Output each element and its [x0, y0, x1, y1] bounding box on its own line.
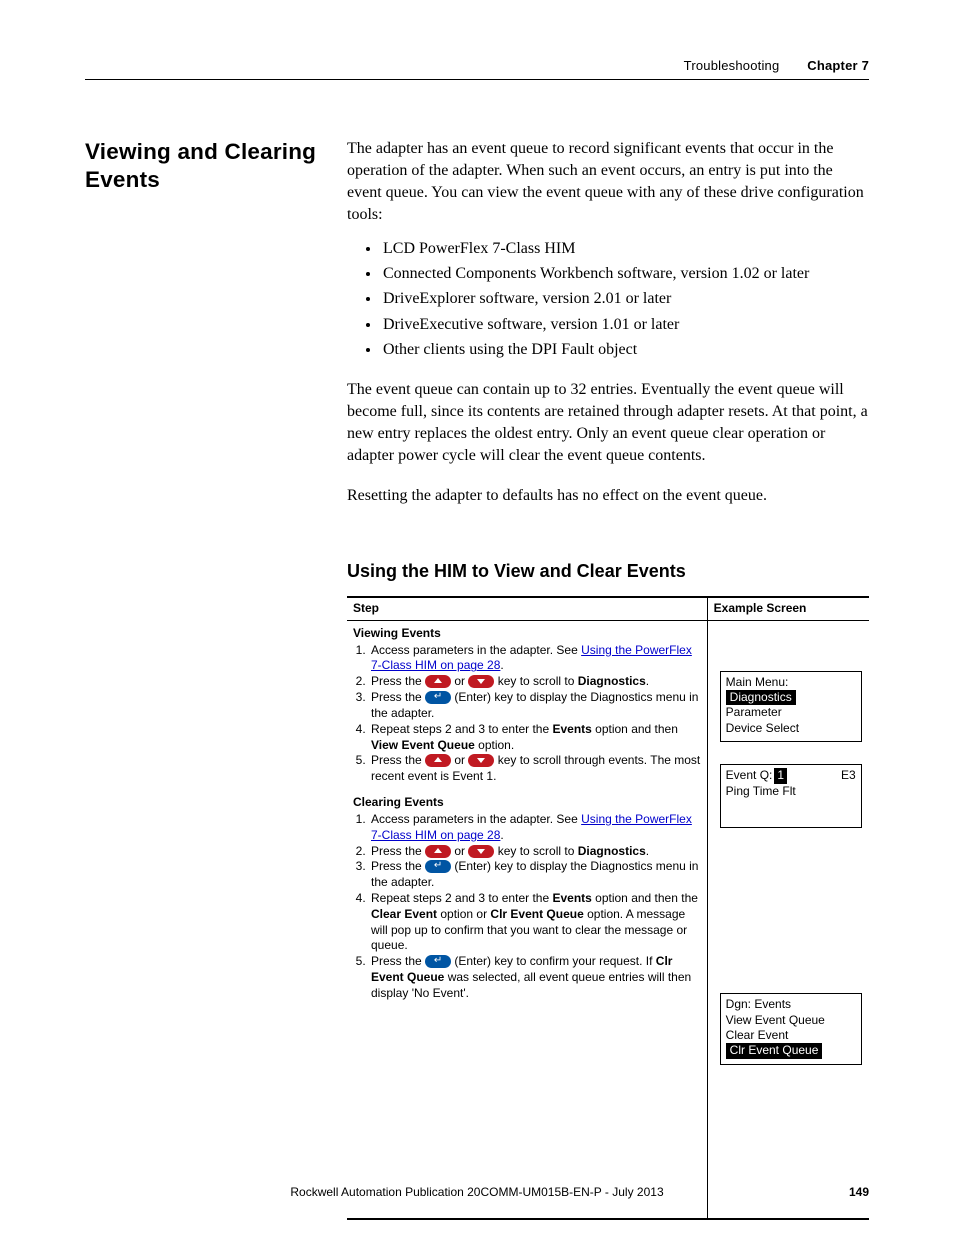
screen-line: Dgn: Events — [726, 997, 856, 1012]
section-heading: Viewing and Clearing Events — [85, 138, 325, 194]
step-item: Press the or key to scroll to Diagnostic… — [369, 844, 701, 860]
down-key-icon — [468, 754, 494, 767]
screen-line: Event Q: — [726, 768, 773, 783]
clearing-events-title: Clearing Events — [353, 795, 701, 811]
screen-line: Main Menu: — [726, 675, 856, 690]
header-rule — [85, 79, 869, 80]
example-screen-1: Main Menu: Diagnostics Parameter Device … — [720, 671, 862, 742]
step-item: Press the ↵ (Enter) key to confirm your … — [369, 954, 701, 1001]
step-item: Press the or key to scroll to Diagnostic… — [369, 674, 701, 690]
step-item: Repeat steps 2 and 3 to enter the Events… — [369, 891, 701, 954]
step-item: Access parameters in the adapter. See Us… — [369, 643, 701, 675]
tools-list: LCD PowerFlex 7-Class HIM Connected Comp… — [347, 238, 869, 360]
up-key-icon — [425, 754, 451, 767]
header-chapter: Chapter 7 — [807, 58, 869, 73]
list-item: Other clients using the DPI Fault object — [381, 339, 869, 361]
example-screen-cell: Main Menu: Diagnostics Parameter Device … — [707, 620, 869, 1219]
body-paragraph: The event queue can contain up to 32 ent… — [347, 379, 869, 467]
running-header: Troubleshooting Chapter 7 — [85, 58, 869, 80]
screen-highlight: Clr Event Queue — [726, 1043, 823, 1058]
list-item: DriveExecutive software, version 1.01 or… — [381, 314, 869, 336]
viewing-steps: Access parameters in the adapter. See Us… — [353, 643, 701, 785]
page-number: 149 — [849, 1185, 869, 1199]
enter-key-icon: ↵ — [425, 691, 451, 704]
screen-line: Clear Event — [726, 1028, 856, 1043]
body-paragraph: Resetting the adapter to defaults has no… — [347, 485, 869, 507]
list-item: DriveExplorer software, version 2.01 or … — [381, 288, 869, 310]
screen-line: View Event Queue — [726, 1013, 856, 1028]
list-item: Connected Components Workbench software,… — [381, 263, 869, 285]
enter-key-icon: ↵ — [425, 860, 451, 873]
example-screen-3: Dgn: Events View Event Queue Clear Event… — [720, 993, 862, 1064]
step-item: Press the or key to scroll through event… — [369, 753, 701, 785]
clearing-steps: Access parameters in the adapter. See Us… — [353, 812, 701, 1002]
sub-heading: Using the HIM to View and Clear Events — [347, 559, 869, 584]
col-header-screen: Example Screen — [707, 597, 869, 620]
step-item: Access parameters in the adapter. See Us… — [369, 812, 701, 844]
up-key-icon — [425, 845, 451, 858]
col-header-step: Step — [347, 597, 707, 620]
viewing-events-title: Viewing Events — [353, 626, 701, 642]
up-key-icon — [425, 675, 451, 688]
example-screen-2: Event Q: 1 E3 Ping Time Flt — [720, 764, 862, 828]
step-item: Repeat steps 2 and 3 to enter the Events… — [369, 722, 701, 754]
step-item: Press the ↵ (Enter) key to display the D… — [369, 690, 701, 722]
screen-line: Device Select — [726, 721, 856, 736]
page-footer: Rockwell Automation Publication 20COMM-U… — [85, 1185, 869, 1199]
screen-highlight: Diagnostics — [726, 690, 796, 705]
step-item: Press the ↵ (Enter) key to display the D… — [369, 859, 701, 891]
screen-line: Ping Time Flt — [726, 784, 856, 799]
down-key-icon — [468, 845, 494, 858]
screen-line: E3 — [841, 768, 856, 783]
list-item: LCD PowerFlex 7-Class HIM — [381, 238, 869, 260]
intro-paragraph: The adapter has an event queue to record… — [347, 138, 869, 226]
steps-table: Step Example Screen Viewing Events Acces… — [347, 596, 869, 1220]
enter-key-icon: ↵ — [425, 955, 451, 968]
steps-cell: Viewing Events Access parameters in the … — [347, 620, 707, 1219]
header-section: Troubleshooting — [684, 58, 780, 73]
screen-highlight: 1 — [774, 768, 787, 783]
footer-publication: Rockwell Automation Publication 20COMM-U… — [85, 1185, 869, 1199]
screen-line: Parameter — [726, 705, 856, 720]
down-key-icon — [468, 675, 494, 688]
